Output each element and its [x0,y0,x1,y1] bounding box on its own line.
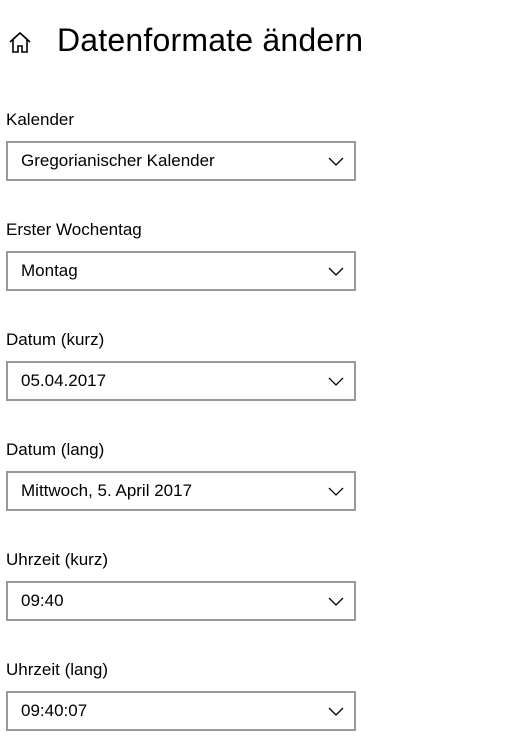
long-date-dropdown[interactable]: Mittwoch, 5. April 2017 [6,471,356,511]
first-weekday-value: Montag [21,261,78,280]
long-time-value: 09:40:07 [21,701,88,720]
short-date-dropdown[interactable]: 05.04.2017 [6,361,356,401]
chevron-down-icon [328,595,344,607]
first-weekday-dropdown[interactable]: Montag [6,251,356,291]
page-header: Datenformate ändern [0,18,509,66]
calendar-value: Gregorianischer Kalender [21,151,215,170]
first-weekday-label: Erster Wochentag [6,220,142,239]
short-time-dropdown[interactable]: 09:40 [6,581,356,621]
chevron-down-icon [328,265,344,277]
long-date-label: Datum (lang) [6,440,105,459]
calendar-dropdown[interactable]: Gregorianischer Kalender [6,141,356,181]
chevron-down-icon [328,705,344,717]
long-time-dropdown[interactable]: 09:40:07 [6,691,356,731]
long-date-value: Mittwoch, 5. April 2017 [21,481,193,500]
short-time-label: Uhrzeit (kurz) [6,550,109,569]
chevron-down-icon [328,485,344,497]
page-title: Datenformate ändern [57,22,364,58]
chevron-down-icon [328,375,344,387]
short-time-value: 09:40 [21,591,64,610]
short-date-value: 05.04.2017 [21,371,107,390]
short-date-label: Datum (kurz) [6,330,105,349]
calendar-label: Kalender [6,110,75,129]
chevron-down-icon [328,155,344,167]
long-time-label: Uhrzeit (lang) [6,660,109,679]
home-icon[interactable] [7,30,33,56]
